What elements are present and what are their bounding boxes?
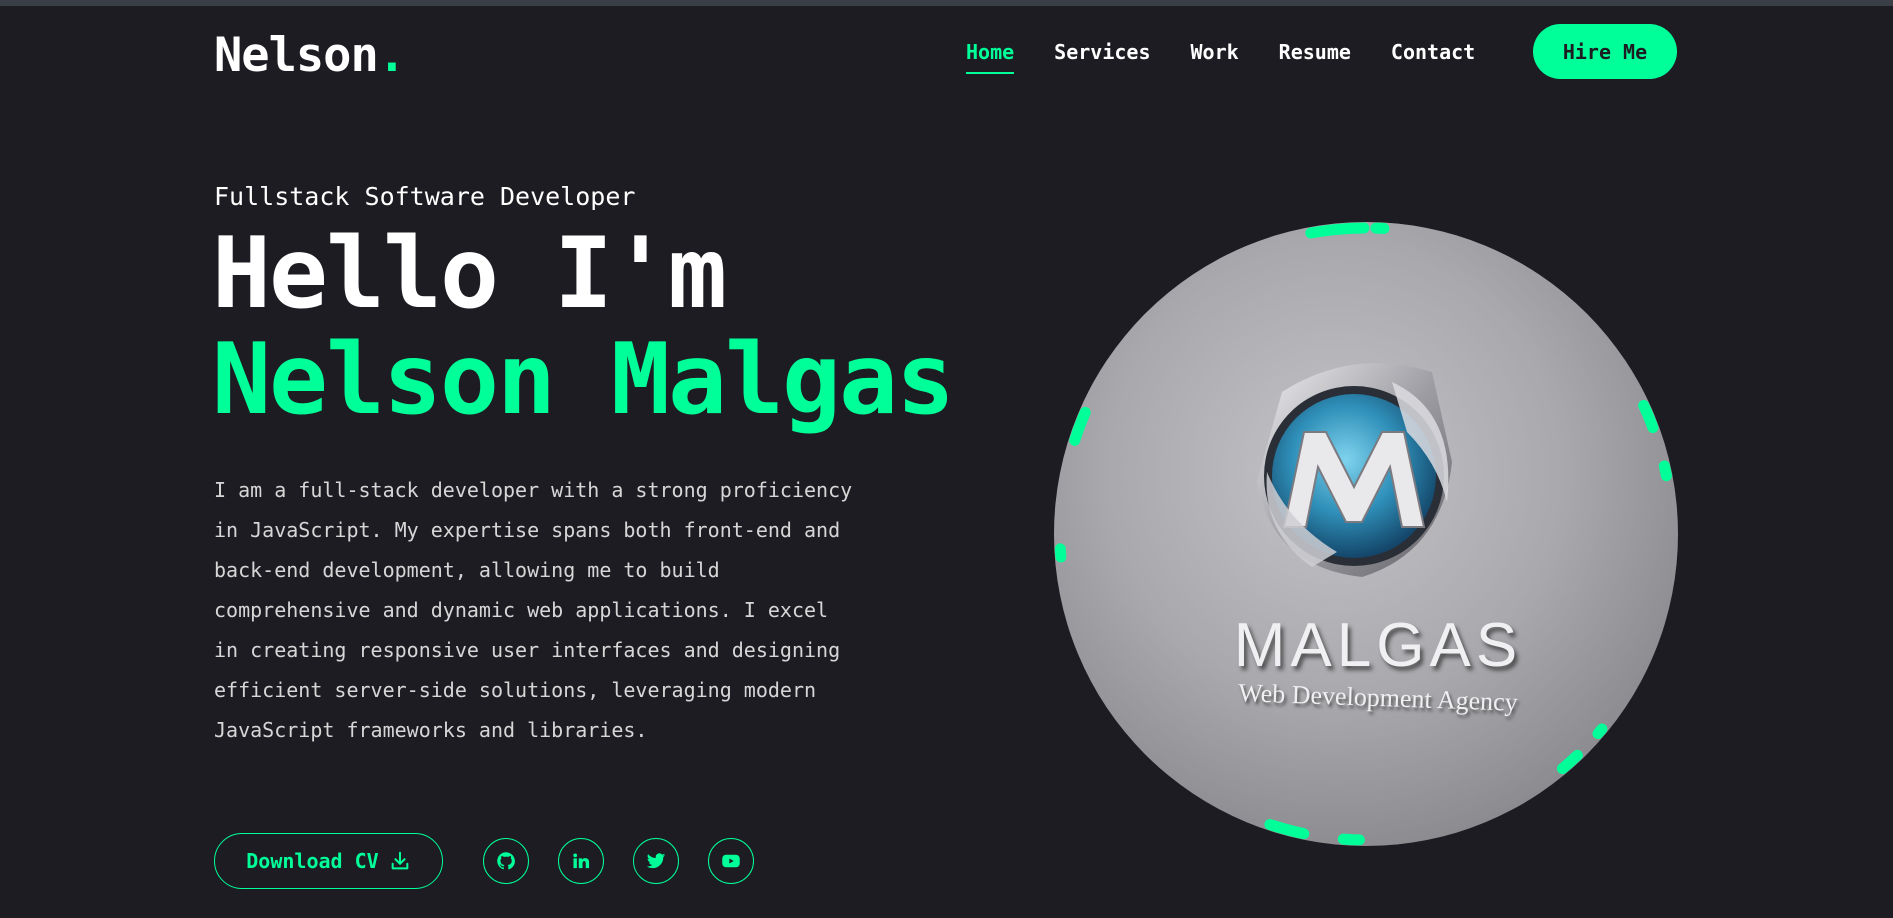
nav-services[interactable]: Services (1054, 40, 1150, 74)
download-cv-button[interactable]: Download CV (214, 833, 443, 889)
profile-photo-frame: MALGAS Web Development Agency (1054, 222, 1678, 846)
site-logo[interactable]: Nelson. (214, 28, 406, 83)
main-nav: Home Services Work Resume Contact (966, 40, 1475, 74)
linkedin-icon (573, 853, 590, 869)
site-header: Nelson. Home Services Work Resume Contac… (0, 6, 1893, 96)
github-link[interactable] (483, 838, 529, 884)
nav-resume[interactable]: Resume (1279, 40, 1351, 74)
animated-dashed-ring (1054, 222, 1678, 846)
hero-name: Nelson Malgas (212, 322, 955, 437)
linkedin-link[interactable] (558, 838, 604, 884)
download-cv-label: Download CV (246, 849, 379, 873)
nav-work[interactable]: Work (1191, 40, 1239, 74)
twitter-link[interactable] (633, 838, 679, 884)
nav-home[interactable]: Home (966, 40, 1015, 74)
github-icon (497, 852, 515, 870)
hero-subtitle: Fullstack Software Developer (214, 182, 636, 211)
youtube-icon (722, 854, 740, 868)
hero-heading: Hello I'm Nelson Malgas (212, 221, 955, 437)
logo-dot: . (377, 28, 406, 83)
hero-greeting: Hello I'm (212, 217, 727, 331)
hero-bio: I am a full-stack developer with a stron… (214, 478, 853, 742)
nav-contact[interactable]: Contact (1391, 40, 1475, 74)
twitter-icon (646, 853, 666, 869)
logo-text: Nelson (214, 28, 379, 83)
download-icon (391, 851, 409, 870)
hire-me-button[interactable]: Hire Me (1533, 24, 1677, 79)
youtube-link[interactable] (708, 838, 754, 884)
